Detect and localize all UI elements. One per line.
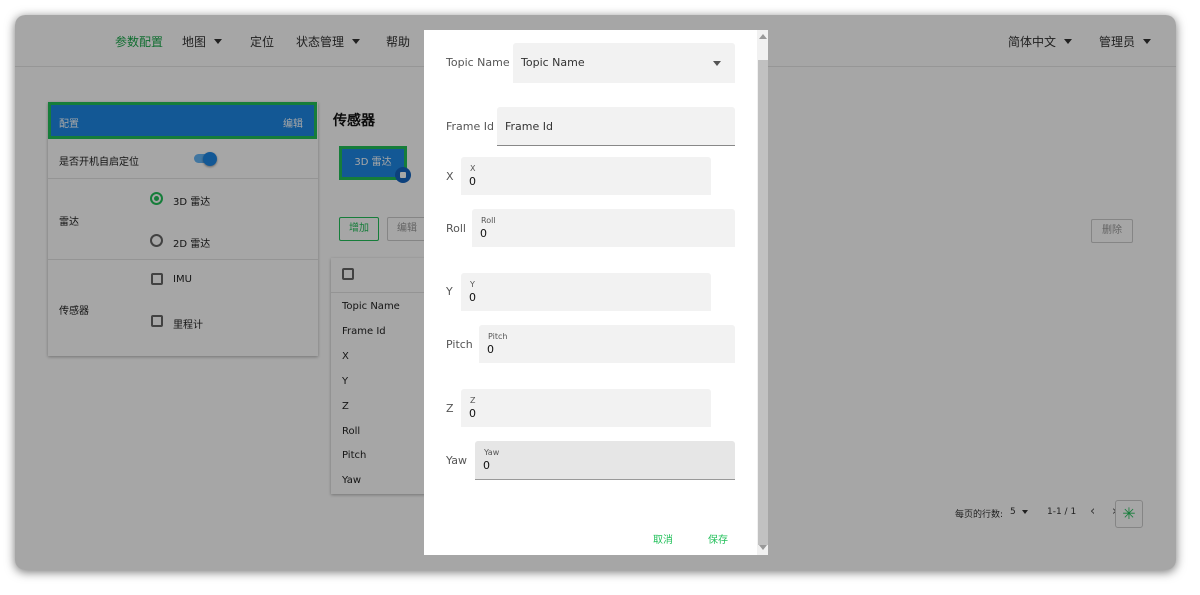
pitch-input[interactable]: Pitch 0 xyxy=(479,325,735,363)
y-floating-label: Y xyxy=(470,280,475,289)
z-value: 0 xyxy=(469,407,476,420)
scroll-down-arrow-icon[interactable] xyxy=(759,545,767,550)
pitch-label: Pitch xyxy=(446,338,473,351)
roll-floating-label: Roll xyxy=(481,216,496,225)
yaw-floating-label: Yaw xyxy=(484,448,500,457)
y-value: 0 xyxy=(469,291,476,304)
x-input[interactable]: X 0 xyxy=(461,157,711,195)
pitch-value: 0 xyxy=(487,343,494,356)
frame-id-label: Frame Id xyxy=(446,120,494,133)
scroll-up-arrow-icon[interactable] xyxy=(759,34,767,39)
frame-id-placeholder: Frame Id xyxy=(505,120,553,133)
x-label: X xyxy=(446,170,454,183)
yaw-label: Yaw xyxy=(446,454,467,467)
roll-value: 0 xyxy=(480,227,487,240)
pitch-floating-label: Pitch xyxy=(488,332,508,341)
yaw-value: 0 xyxy=(483,459,490,472)
x-floating-label: X xyxy=(470,164,476,173)
save-button[interactable]: 保存 xyxy=(708,531,728,546)
topic-name-select[interactable]: Topic Name xyxy=(513,43,735,83)
sensor-edit-dialog: Topic Name Topic Name Frame Id Frame Id … xyxy=(424,30,757,555)
frame-id-input[interactable]: Frame Id xyxy=(497,107,735,146)
roll-label: Roll xyxy=(446,222,466,235)
scrollbar-thumb[interactable] xyxy=(758,60,768,545)
y-label: Y xyxy=(446,285,453,298)
z-floating-label: Z xyxy=(470,396,476,405)
yaw-input[interactable]: Yaw 0 xyxy=(475,441,735,480)
topic-name-value: Topic Name xyxy=(521,56,585,69)
z-label: Z xyxy=(446,402,454,415)
topic-name-label: Topic Name xyxy=(446,56,510,69)
y-input[interactable]: Y 0 xyxy=(461,273,711,311)
chevron-down-icon xyxy=(713,61,721,66)
cancel-button[interactable]: 取消 xyxy=(653,531,673,546)
z-input[interactable]: Z 0 xyxy=(461,389,711,427)
x-value: 0 xyxy=(469,175,476,188)
roll-input[interactable]: Roll 0 xyxy=(472,209,735,247)
